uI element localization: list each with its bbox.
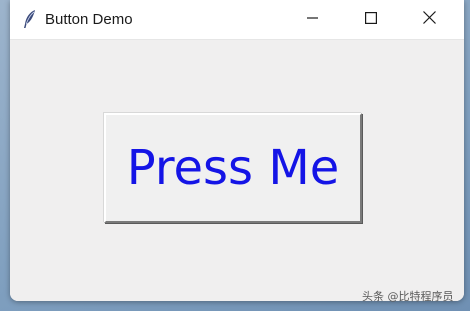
maximize-button[interactable] <box>348 0 394 39</box>
window-content: Press Me <box>10 40 464 301</box>
desktop: Button Demo Press Me 头条 @比特程序员 <box>0 0 470 311</box>
title-bar[interactable]: Button Demo <box>10 0 464 40</box>
app-window: Button Demo Press Me <box>10 0 464 301</box>
press-me-button[interactable]: Press Me <box>104 113 362 223</box>
press-me-label: Press Me <box>126 140 340 196</box>
close-icon <box>422 10 436 29</box>
close-button[interactable] <box>406 0 452 39</box>
minimize-icon <box>307 11 319 29</box>
minimize-button[interactable] <box>290 0 336 39</box>
maximize-icon <box>365 11 378 29</box>
watermark: 头条 @比特程序员 <box>362 290 454 303</box>
feather-icon <box>22 9 38 29</box>
window-title: Button Demo <box>45 11 133 28</box>
